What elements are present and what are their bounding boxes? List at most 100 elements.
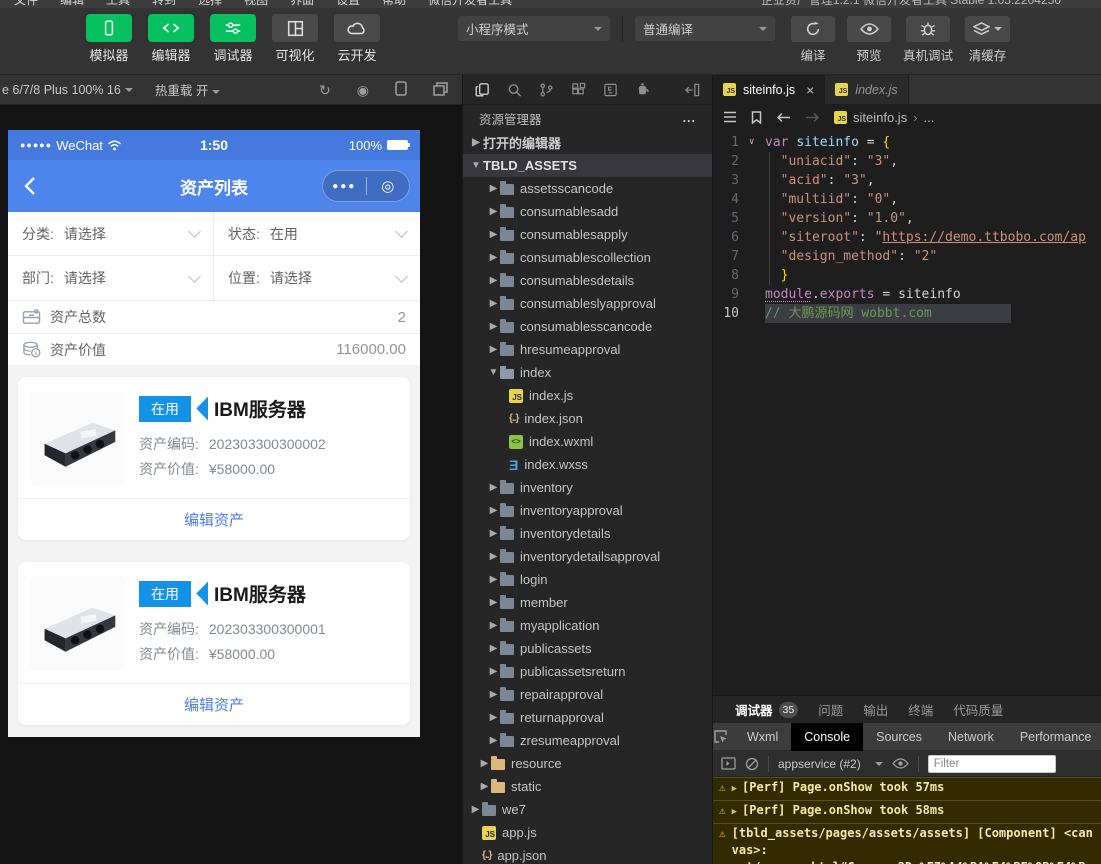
tree-chevron-icon[interactable]: ▶ (487, 482, 500, 493)
tree-chevron-icon[interactable]: ▶ (487, 505, 500, 516)
bookmark-icon[interactable] (751, 111, 762, 124)
menu-item[interactable]: 选择 (198, 0, 222, 8)
fold-icon[interactable] (749, 209, 765, 228)
tree-item[interactable]: ▶ consumablesdetails (463, 269, 712, 292)
tree-item[interactable]: ▶ myapplication (463, 614, 712, 637)
tree-chevron-icon[interactable]: ▶ (487, 735, 500, 746)
tree-item[interactable]: ▶ repairapproval (463, 683, 712, 706)
debugger-panel-tab[interactable]: 代码质量 (953, 700, 1003, 719)
breadcrumb-file[interactable]: JS siteinfo.js › ... (834, 110, 934, 125)
devtools-tab[interactable]: Performance (1007, 723, 1101, 751)
device-selector[interactable]: e 6/7/8 Plus 100% 16 (2, 83, 133, 97)
files-icon[interactable] (475, 82, 490, 98)
tree-item[interactable]: ▶ we7 (463, 798, 712, 821)
console-filter-input[interactable] (928, 755, 1056, 773)
snippets-icon[interactable] (603, 82, 618, 98)
devtools-tab[interactable]: Wxml (734, 723, 791, 751)
tree-chevron-icon[interactable]: ▶ (487, 229, 500, 240)
fold-icon[interactable] (749, 266, 765, 285)
toolbar-button[interactable]: 编辑器 (148, 14, 194, 64)
inspect-element-icon[interactable] (713, 729, 728, 744)
menu-item[interactable]: 设置 (336, 0, 360, 8)
tree-item[interactable]: ▶ publicassetsreturn (463, 660, 712, 683)
tree-chevron-icon[interactable]: ▶ (487, 643, 500, 654)
fold-icon[interactable] (749, 247, 765, 266)
restart-icon[interactable]: ↻ (319, 83, 331, 97)
menu-item[interactable]: 微信开发者工具 (428, 0, 512, 8)
debugger-panel-tab[interactable]: 终端 (908, 700, 933, 719)
clear-console-icon[interactable] (745, 757, 759, 771)
debugger-panel-tab[interactable]: 调试器 35 (735, 700, 798, 719)
menu-item[interactable]: 视图 (244, 0, 268, 8)
close-icon[interactable]: × (806, 82, 814, 98)
tree-chevron-icon[interactable]: ▶ (487, 298, 500, 309)
tree-item[interactable]: JS app.js (463, 821, 712, 844)
phone-view-icon[interactable] (395, 81, 407, 98)
tree-item[interactable]: ▼ index (463, 361, 712, 384)
tree-item[interactable]: ▶ consumablesscancode (463, 315, 712, 338)
tree-chevron-icon[interactable]: ▶ (487, 252, 500, 263)
devtools-tab[interactable]: Network (935, 723, 1007, 751)
fold-icon[interactable] (749, 190, 765, 209)
tree-item[interactable]: ▶ zresumeapproval (463, 729, 712, 752)
fold-icon[interactable] (749, 228, 765, 247)
collapse-sidebar-icon[interactable] (685, 83, 700, 97)
tree-item[interactable]: JS index.js (463, 384, 712, 407)
back-button[interactable] (8, 160, 52, 212)
editor-tab[interactable]: JS siteinfo.js × (713, 75, 825, 104)
more-menu-button[interactable]: ●●● (323, 181, 366, 192)
fold-icon[interactable]: ∨ (749, 133, 765, 152)
tree-item[interactable]: ▶ consumablesadd (463, 200, 712, 223)
tree-item[interactable]: ▶ static (463, 775, 712, 798)
fold-icon[interactable] (749, 304, 765, 323)
tree-item[interactable]: ▶ login (463, 568, 712, 591)
tree-item[interactable]: ▶ assetsscancode (463, 177, 712, 200)
tree-item[interactable]: {..} app.json (463, 844, 712, 864)
toolbar-action[interactable]: 预览 (847, 16, 891, 64)
filter-dropdown[interactable]: 分类: 请选择 (8, 212, 214, 256)
tree-item[interactable]: <> index.wxml (463, 430, 712, 453)
eye-icon[interactable] (892, 758, 909, 769)
tree-chevron-icon[interactable]: ▶ (478, 781, 491, 792)
filter-dropdown[interactable]: 状态: 在用 (214, 212, 420, 256)
toolbar-button[interactable]: 调试器 (210, 14, 256, 64)
context-selector[interactable]: appservice (#2) (778, 757, 883, 771)
git-branch-icon[interactable] (539, 82, 554, 98)
menu-item[interactable]: 编辑 (60, 0, 84, 8)
stop-icon[interactable]: ◉ (357, 83, 369, 97)
teapot-icon[interactable] (635, 82, 651, 97)
tree-chevron-icon[interactable]: ▶ (478, 758, 491, 769)
tree-item[interactable]: ▶ resource (463, 752, 712, 775)
tree-chevron-icon[interactable]: ▶ (487, 275, 500, 286)
devtools-tab[interactable]: Console (791, 723, 863, 751)
fold-icon[interactable] (749, 152, 765, 171)
tree-item[interactable]: Ǝ index.wxss (463, 453, 712, 476)
toolbar-action[interactable]: 真机调试 (903, 16, 953, 64)
menu-item[interactable]: 转到 (152, 0, 176, 8)
tree-chevron-icon[interactable]: ▶ (487, 712, 500, 723)
tree-chevron-icon[interactable]: ▶ (487, 321, 500, 332)
tree-chevron-icon[interactable]: ▶ (469, 804, 482, 815)
outline-icon[interactable] (723, 111, 737, 123)
fold-icon[interactable] (749, 171, 765, 190)
console-link[interactable]: ent/canvas.html#Canvas-2D-%E7%A4%BA%E4%B… (732, 860, 1086, 864)
expand-arrow-icon[interactable]: ▶ (732, 804, 737, 821)
project-root-row[interactable]: ▼ TBLD_ASSETS (463, 154, 712, 177)
windows-icon[interactable] (433, 82, 448, 98)
editor-tab[interactable]: JS index.js (825, 75, 908, 104)
open-editors-row[interactable]: ▶ 打开的编辑器 (463, 131, 712, 154)
edit-asset-link[interactable]: 编辑资产 (184, 694, 244, 715)
tree-item[interactable]: ▶ consumablesapply (463, 223, 712, 246)
exit-button[interactable]: ◎ (367, 177, 410, 195)
tree-item[interactable]: ▶ consumablescollection (463, 246, 712, 269)
tree-item[interactable]: ▶ publicassets (463, 637, 712, 660)
hot-reload-toggle[interactable]: 热重载 开 (155, 80, 220, 99)
menu-item[interactable]: 文件 (14, 0, 38, 8)
tree-chevron-icon[interactable]: ▶ (487, 620, 500, 631)
debugger-panel-tab[interactable]: 问题 (818, 700, 843, 719)
tree-chevron-icon[interactable]: ▶ (487, 689, 500, 700)
menu-item[interactable]: 工具 (106, 0, 130, 8)
toolbar-action[interactable]: 编译 (791, 16, 835, 64)
tree-item[interactable]: ▶ hresumeapproval (463, 338, 712, 361)
toolbar-button[interactable]: 可视化 (272, 14, 318, 64)
